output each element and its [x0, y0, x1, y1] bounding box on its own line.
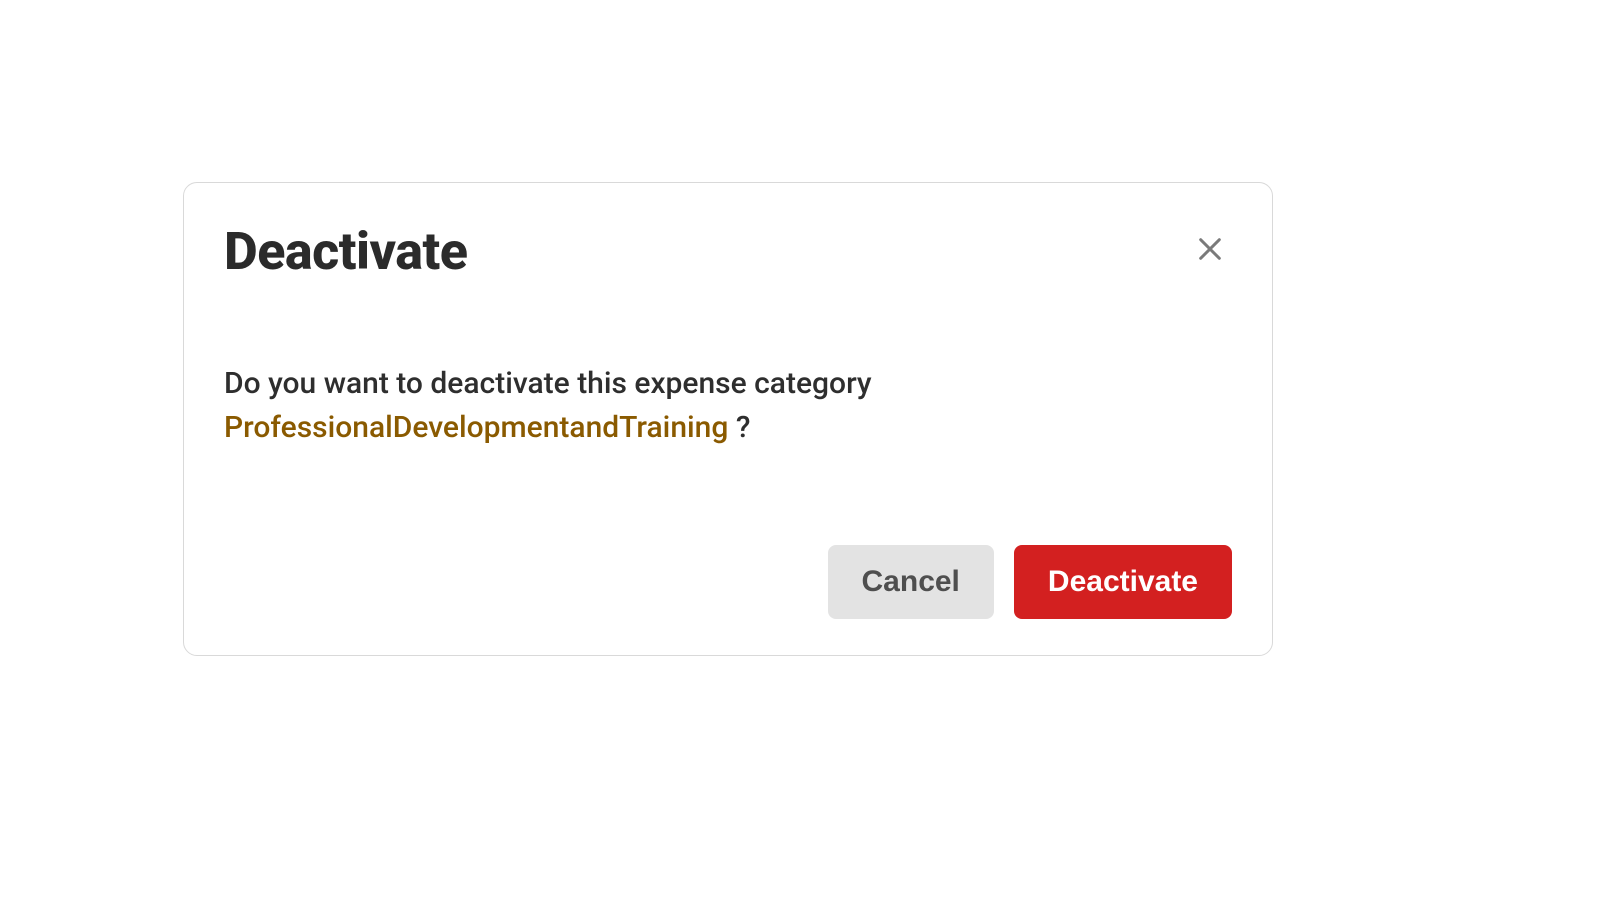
- modal-body: Do you want to deactivate this expense c…: [224, 362, 1232, 449]
- category-name: ProfessionalDevelopmentandTraining: [224, 410, 728, 445]
- close-icon: [1194, 233, 1226, 265]
- modal-header: Deactivate: [224, 223, 1232, 280]
- modal-message-prefix: Do you want to deactivate this expense c…: [224, 366, 872, 401]
- modal-title: Deactivate: [224, 223, 467, 280]
- cancel-button[interactable]: Cancel: [828, 545, 994, 619]
- close-button[interactable]: [1188, 227, 1232, 271]
- modal-footer: Cancel Deactivate: [224, 545, 1232, 619]
- modal-message-suffix: ?: [736, 410, 751, 445]
- deactivate-modal: Deactivate Do you want to deactivate thi…: [183, 182, 1273, 656]
- deactivate-button[interactable]: Deactivate: [1014, 545, 1232, 619]
